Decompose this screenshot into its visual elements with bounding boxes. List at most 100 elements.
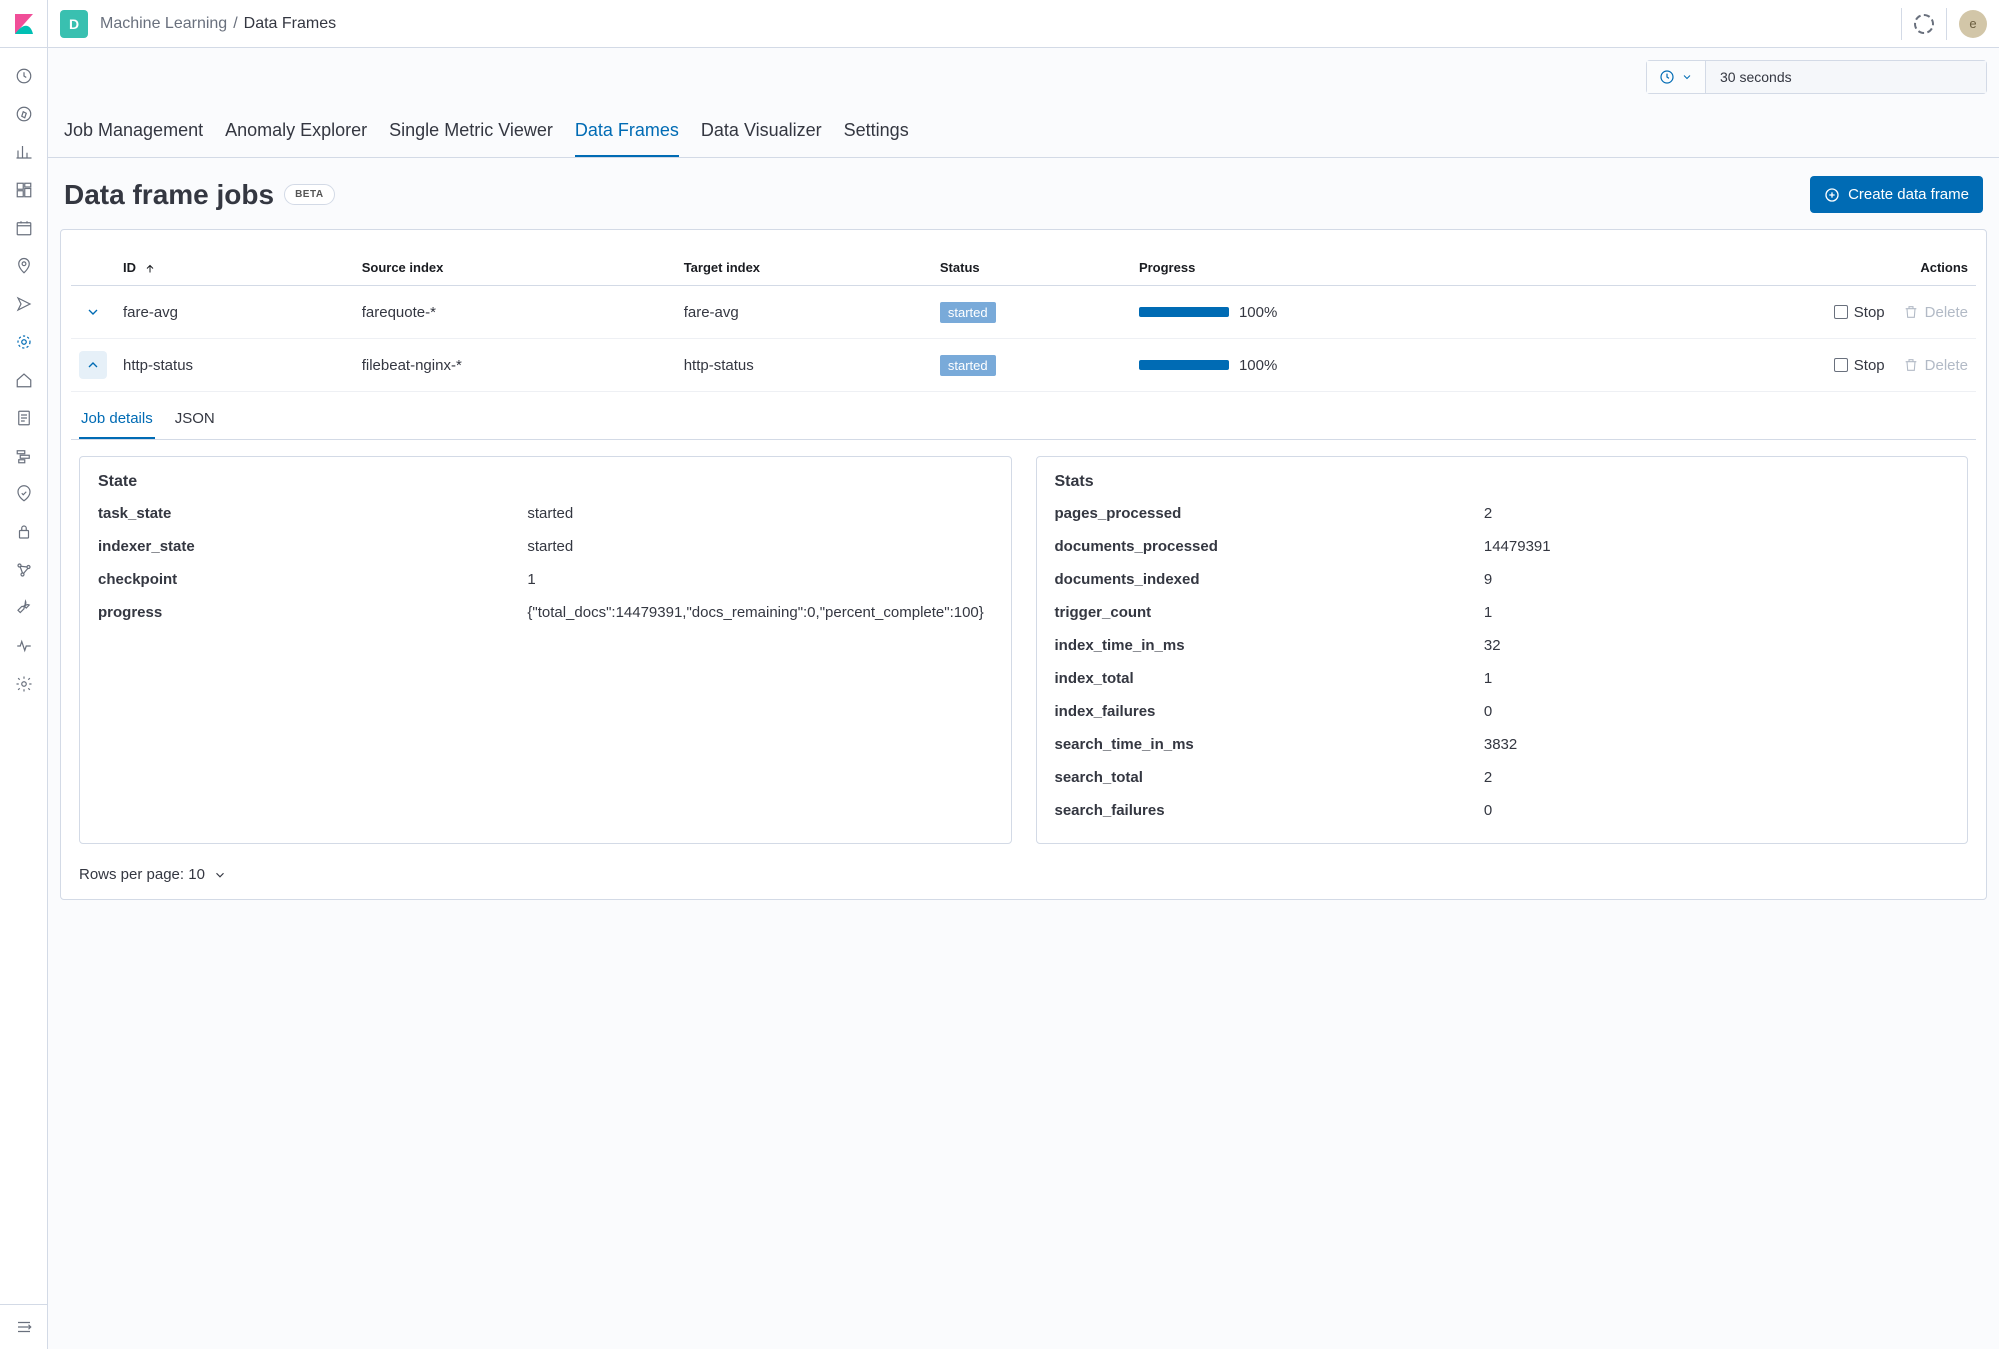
- infrastructure-icon[interactable]: [14, 370, 34, 390]
- kv-value: started: [527, 538, 992, 555]
- chevron-down-icon: [85, 304, 101, 320]
- kv-value: 1: [1484, 670, 1949, 687]
- col-target[interactable]: Target index: [676, 250, 932, 286]
- refresh-interval-value[interactable]: 30 seconds: [1706, 61, 1986, 93]
- plus-circle-icon: [1824, 187, 1840, 203]
- logs-icon[interactable]: [14, 408, 34, 428]
- divider: [1901, 8, 1902, 40]
- kv-value: 14479391: [1484, 538, 1949, 555]
- kv-key: search_total: [1055, 769, 1484, 786]
- col-progress[interactable]: Progress: [1131, 250, 1559, 286]
- tab-settings[interactable]: Settings: [844, 106, 909, 157]
- kv-value: 3832: [1484, 736, 1949, 753]
- pager-label: Rows per page: 10: [79, 866, 205, 883]
- cell-target: http-status: [676, 339, 932, 392]
- kv-row: pages_processed2: [1055, 497, 1950, 530]
- uptime-icon[interactable]: [14, 484, 34, 504]
- rows-per-page[interactable]: Rows per page: 10: [71, 852, 1976, 883]
- detail-tabs: Job details JSON: [71, 400, 1976, 440]
- siem-icon[interactable]: [14, 522, 34, 542]
- main-tabs: Job Management Anomaly Explorer Single Met…: [48, 106, 1999, 158]
- stop-action[interactable]: Stop: [1834, 304, 1885, 321]
- table-row: http-statusfilebeat-nginx-*http-statusst…: [71, 339, 1976, 392]
- kibana-logo[interactable]: [0, 0, 48, 48]
- help-icon[interactable]: [1914, 14, 1934, 34]
- expand-row-button[interactable]: [79, 351, 107, 379]
- visualize-icon[interactable]: [14, 142, 34, 162]
- tab-single-metric-viewer[interactable]: Single Metric Viewer: [389, 106, 553, 157]
- create-data-frame-button[interactable]: Create data frame: [1810, 176, 1983, 213]
- maps-icon[interactable]: [14, 256, 34, 276]
- kv-value: 2: [1484, 769, 1949, 786]
- jobs-table: ID Source index Target index Status Prog…: [71, 250, 1976, 392]
- breadcrumb-parent[interactable]: Machine Learning: [100, 15, 227, 33]
- breadcrumb: Machine Learning / Data Frames: [100, 15, 336, 33]
- discover-icon[interactable]: [14, 104, 34, 124]
- kv-row: index_failures0: [1055, 695, 1950, 728]
- kv-row: search_failures0: [1055, 794, 1950, 827]
- kv-value: 9: [1484, 571, 1949, 588]
- dev-tools-icon[interactable]: [14, 598, 34, 618]
- kv-key: documents_indexed: [1055, 571, 1484, 588]
- kv-row: documents_processed14479391: [1055, 530, 1950, 563]
- canvas-icon[interactable]: [14, 294, 34, 314]
- col-status[interactable]: Status: [932, 250, 1131, 286]
- dashboard-icon[interactable]: [14, 180, 34, 200]
- col-source[interactable]: Source index: [354, 250, 676, 286]
- tab-data-visualizer[interactable]: Data Visualizer: [701, 106, 822, 157]
- user-avatar[interactable]: e: [1959, 10, 1987, 38]
- col-id[interactable]: ID: [115, 250, 354, 286]
- jobs-panel: ID Source index Target index Status Prog…: [60, 229, 1987, 900]
- stats-card: Stats pages_processed2documents_processe…: [1036, 456, 1969, 844]
- timelion-icon[interactable]: [14, 218, 34, 238]
- stop-action[interactable]: Stop: [1834, 357, 1885, 374]
- kibana-logo-icon: [12, 12, 36, 36]
- tab-data-frames[interactable]: Data Frames: [575, 106, 679, 157]
- kv-key: index_time_in_ms: [1055, 637, 1484, 654]
- space-selector[interactable]: D: [60, 10, 88, 38]
- kv-key: documents_processed: [1055, 538, 1484, 555]
- progress-text: 100%: [1239, 357, 1277, 374]
- chevron-down-icon: [1681, 71, 1693, 83]
- breadcrumb-current: Data Frames: [244, 15, 336, 33]
- kv-value: 1: [527, 571, 992, 588]
- graph-icon[interactable]: [14, 560, 34, 580]
- table-row: fare-avgfarequote-*fare-avgstarted100%St…: [71, 286, 1976, 339]
- kv-key: indexer_state: [98, 538, 527, 555]
- kv-row: task_statestarted: [98, 497, 993, 530]
- create-button-label: Create data frame: [1848, 186, 1969, 203]
- refresh-interval-button[interactable]: [1647, 61, 1706, 93]
- beta-badge: BETA: [284, 184, 334, 205]
- kv-row: checkpoint1: [98, 563, 993, 596]
- apm-icon[interactable]: [14, 446, 34, 466]
- detail-tab-json[interactable]: JSON: [173, 400, 217, 439]
- kv-key: checkpoint: [98, 571, 527, 588]
- status-badge: started: [940, 355, 996, 376]
- detail-tab-job-details[interactable]: Job details: [79, 400, 155, 439]
- progress-text: 100%: [1239, 304, 1277, 321]
- machine-learning-icon[interactable]: [14, 332, 34, 352]
- kv-row: search_time_in_ms3832: [1055, 728, 1950, 761]
- trash-icon: [1903, 304, 1919, 320]
- progress-cell: 100%: [1139, 304, 1551, 321]
- kv-row: documents_indexed9: [1055, 563, 1950, 596]
- monitoring-icon[interactable]: [14, 636, 34, 656]
- kv-value: 1: [1484, 604, 1949, 621]
- tab-anomaly-explorer[interactable]: Anomaly Explorer: [225, 106, 367, 157]
- checkbox-icon: [1834, 358, 1848, 372]
- kv-row: index_time_in_ms32: [1055, 629, 1950, 662]
- kv-key: index_failures: [1055, 703, 1484, 720]
- kv-key: search_failures: [1055, 802, 1484, 819]
- expand-row-button[interactable]: [79, 298, 107, 326]
- tab-job-management[interactable]: Job Management: [64, 106, 203, 157]
- recently-viewed-icon[interactable]: [14, 66, 34, 86]
- chevron-down-icon: [213, 868, 227, 882]
- trash-icon: [1903, 357, 1919, 373]
- kv-key: index_total: [1055, 670, 1484, 687]
- progress-cell: 100%: [1139, 357, 1551, 374]
- kv-value: 32: [1484, 637, 1949, 654]
- state-card-title: State: [98, 473, 993, 491]
- chevron-up-icon: [85, 357, 101, 373]
- collapse-icon[interactable]: [14, 1317, 34, 1337]
- management-icon[interactable]: [14, 674, 34, 694]
